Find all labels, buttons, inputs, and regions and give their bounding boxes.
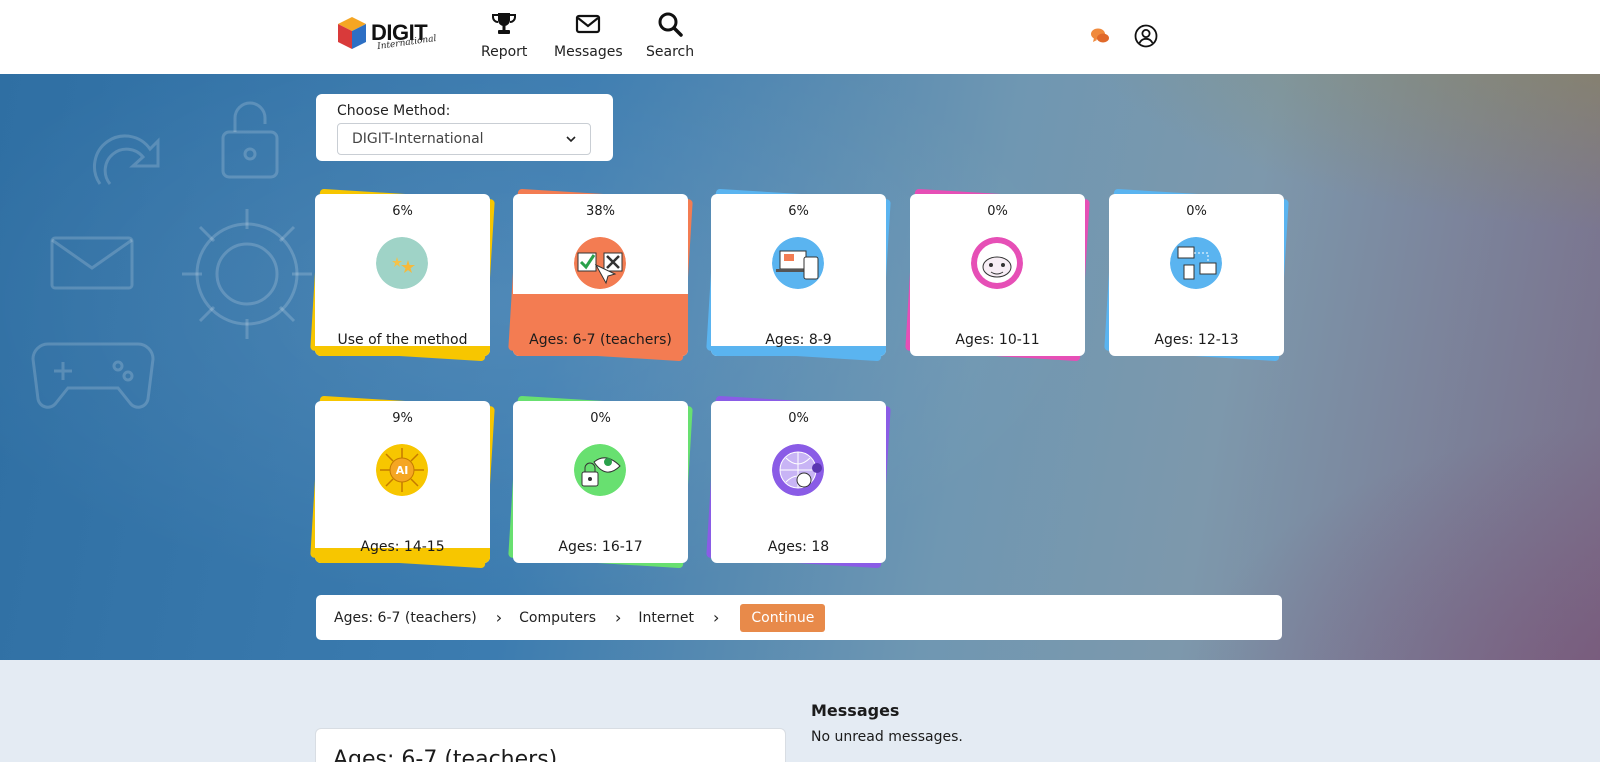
chevron-right-icon: › bbox=[495, 608, 503, 627]
card-category-icon bbox=[1170, 237, 1222, 289]
nav-messages[interactable]: Messages bbox=[554, 10, 623, 60]
card-title: Ages: 18 bbox=[767, 539, 830, 555]
card-face[interactable]: 0% Ages: 12-13 bbox=[1109, 194, 1284, 356]
card-title: Ages: 16-17 bbox=[558, 539, 643, 555]
breadcrumb-item-age[interactable]: Ages: 6-7 (teachers) bbox=[334, 610, 477, 626]
card-category-icon bbox=[376, 237, 428, 289]
envelope-icon bbox=[576, 14, 601, 34]
chevron-right-icon: › bbox=[713, 608, 720, 627]
current-module-card: Ages: 6-7 (teachers) bbox=[315, 728, 786, 762]
category-card[interactable]: 0% Ages: 10-11 bbox=[905, 188, 1090, 362]
card-category-icon bbox=[574, 237, 626, 289]
card-title: Ages: 8-9 bbox=[765, 332, 832, 348]
card-face[interactable]: 6% Use of the method bbox=[315, 194, 490, 356]
method-chooser: Choose Method: DIGIT-International bbox=[316, 94, 613, 161]
card-category-icon bbox=[772, 444, 824, 496]
gear-deco-icon bbox=[182, 209, 312, 339]
method-select[interactable]: DIGIT-International bbox=[337, 123, 591, 155]
nav-search-label: Search bbox=[646, 44, 695, 60]
breadcrumb-item-internet[interactable]: Internet bbox=[638, 610, 694, 626]
category-card[interactable]: 0% Ages: 18 bbox=[706, 395, 891, 569]
nav-report-label: Report bbox=[481, 44, 528, 60]
category-card[interactable]: 9% AI Ages: 14-15 bbox=[310, 395, 495, 569]
card-face[interactable]: 38% Ages: 6-7 (teachers) bbox=[513, 194, 688, 356]
chat-bubbles-icon[interactable] bbox=[1090, 26, 1110, 46]
digit-logo[interactable]: DIGIT International bbox=[337, 14, 437, 56]
svg-text:AI: AI bbox=[396, 464, 409, 477]
card-face[interactable]: 0% Ages: 18 bbox=[711, 401, 886, 563]
chevron-right-icon: › bbox=[615, 608, 622, 627]
card-title: Ages: 12-13 bbox=[1154, 332, 1239, 348]
trophy-icon bbox=[492, 13, 517, 34]
mail-deco-icon bbox=[50, 236, 134, 290]
card-percentage: 38% bbox=[586, 204, 615, 219]
card-percentage: 0% bbox=[590, 411, 611, 426]
breadcrumb-item-computers[interactable]: Computers bbox=[519, 610, 596, 626]
card-title: Ages: 6-7 (teachers) bbox=[529, 332, 672, 348]
top-bar: DIGIT International Report Messages Sear… bbox=[0, 0, 1600, 74]
category-card[interactable]: 6% Use of the method bbox=[310, 188, 495, 362]
hero-background: Choose Method: DIGIT-International 6% Us… bbox=[0, 74, 1600, 660]
card-percentage: 0% bbox=[788, 411, 809, 426]
sync-deco-icon bbox=[92, 134, 160, 185]
card-face[interactable]: 6% Ages: 8-9 bbox=[711, 194, 886, 356]
card-category-icon bbox=[574, 444, 626, 496]
nav-search[interactable]: Search bbox=[646, 10, 694, 60]
messages-status: No unread messages. bbox=[811, 729, 963, 745]
chevron-down-icon bbox=[566, 135, 576, 142]
current-module-title: Ages: 6-7 (teachers) bbox=[333, 747, 558, 762]
card-title: Use of the method bbox=[337, 332, 468, 348]
card-face[interactable]: 0% Ages: 10-11 bbox=[910, 194, 1085, 356]
lock-deco-icon bbox=[221, 101, 279, 179]
card-category-icon bbox=[772, 237, 824, 289]
card-face[interactable]: 0% Ages: 16-17 bbox=[513, 401, 688, 563]
method-selected-value: DIGIT-International bbox=[352, 131, 484, 147]
user-circle-icon[interactable] bbox=[1134, 24, 1158, 48]
gamepad-deco-icon bbox=[31, 342, 155, 409]
nav-report[interactable]: Report bbox=[481, 10, 527, 60]
category-card[interactable]: 0% Ages: 12-13 bbox=[1104, 188, 1289, 362]
category-card[interactable]: 6% Ages: 8-9 bbox=[706, 188, 891, 362]
card-face[interactable]: 9% AI Ages: 14-15 bbox=[315, 401, 490, 563]
card-percentage: 0% bbox=[987, 204, 1008, 219]
category-card[interactable]: 0% Ages: 16-17 bbox=[508, 395, 693, 569]
card-title: Ages: 10-11 bbox=[955, 332, 1040, 348]
card-percentage: 6% bbox=[788, 204, 809, 219]
nav-messages-label: Messages bbox=[554, 44, 623, 60]
card-category-icon bbox=[971, 237, 1023, 289]
method-label: Choose Method: bbox=[337, 103, 451, 119]
continue-button[interactable]: Continue bbox=[740, 603, 826, 632]
card-percentage: 9% bbox=[392, 411, 413, 426]
category-card[interactable]: 38% Ages: 6-7 (teachers) bbox=[508, 188, 693, 362]
cube-logo-icon bbox=[338, 17, 366, 49]
card-title: Ages: 14-15 bbox=[360, 539, 445, 555]
card-percentage: 0% bbox=[1186, 204, 1207, 219]
breadcrumb: Ages: 6-7 (teachers) › Computers › Inter… bbox=[316, 595, 1282, 640]
messages-heading: Messages bbox=[811, 701, 900, 720]
search-icon bbox=[658, 12, 683, 37]
card-percentage: 6% bbox=[392, 204, 413, 219]
card-category-icon: AI bbox=[376, 444, 428, 496]
